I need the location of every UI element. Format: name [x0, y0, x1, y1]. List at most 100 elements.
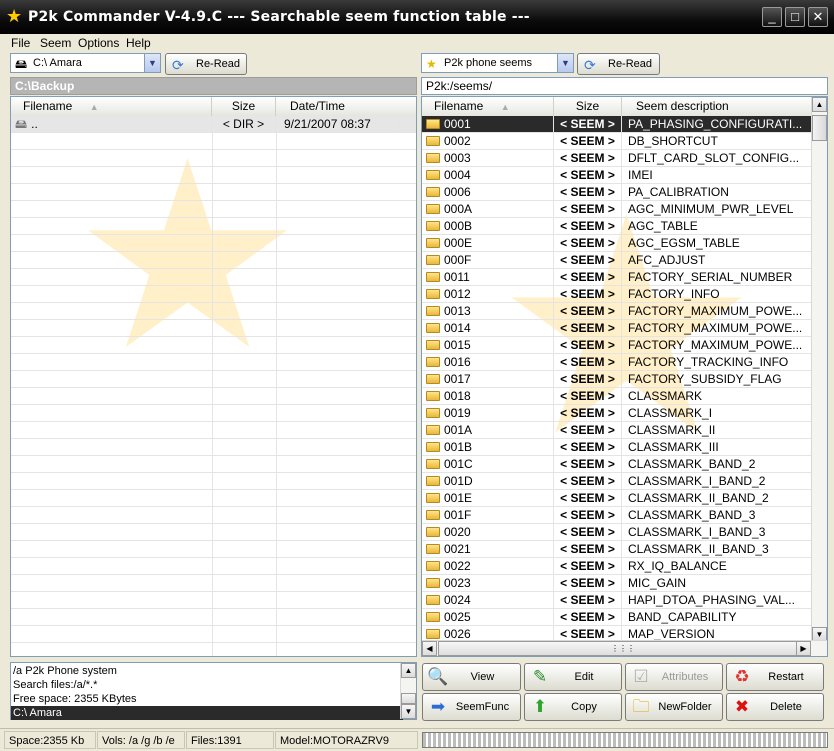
newfolder-button[interactable]: 🗀 NewFolder [625, 693, 723, 721]
table-row[interactable]: 0002 < SEEM > DB_SHORTCUT [422, 133, 813, 150]
row-filename-text: 0001 [444, 117, 471, 131]
row-filename-text: 0006 [444, 185, 471, 199]
empty-row [11, 388, 416, 405]
row-filename: 0012 [422, 286, 554, 303]
row-filename: 0023 [422, 575, 554, 592]
table-row[interactable]: 001E < SEEM > CLASSMARK_II_BAND_2 [422, 490, 813, 507]
table-row[interactable]: 0014 < SEEM > FACTORY_MAXIMUM_POWE... [422, 320, 813, 337]
right-vertical-scrollbar[interactable]: ▲ ▼ [811, 97, 827, 642]
table-row[interactable]: 0004 < SEEM > IMEI [422, 167, 813, 184]
menu-seem[interactable]: Seem [40, 34, 71, 52]
scroll-up-icon[interactable]: ▲ [812, 97, 827, 112]
table-row[interactable]: 001B < SEEM > CLASSMARK_III [422, 439, 813, 456]
table-row[interactable]: 000A < SEEM > AGC_MINIMUM_PWR_LEVEL [422, 201, 813, 218]
scroll-up-icon[interactable]: ▲ [401, 663, 416, 678]
right-path-bar[interactable]: P2k:/seems/ [421, 77, 828, 95]
table-row[interactable]: 0021 < SEEM > CLASSMARK_II_BAND_3 [422, 541, 813, 558]
table-row[interactable]: 000F < SEEM > AFC_ADJUST [422, 252, 813, 269]
folder-icon [426, 357, 440, 367]
maximize-button[interactable]: □ [785, 7, 805, 27]
scroll-thumb[interactable] [401, 693, 416, 704]
right-reread-label: Re-Read [608, 58, 653, 70]
table-row[interactable]: 001D < SEEM > CLASSMARK_I_BAND_2 [422, 473, 813, 490]
row-filename-text: 0017 [444, 372, 471, 386]
row-seem-description: AGC_MINIMUM_PWR_LEVEL [622, 201, 813, 218]
table-row[interactable]: 000E < SEEM > AGC_EGSM_TABLE [422, 235, 813, 252]
header-filename[interactable]: Filename ▲ [11, 97, 212, 116]
scroll-down-icon[interactable]: ▼ [401, 704, 416, 719]
table-row[interactable]: 0018 < SEEM > CLASSMARK [422, 388, 813, 405]
scroll-thumb[interactable] [812, 115, 827, 141]
header-size[interactable]: Size [212, 97, 276, 116]
menu-help[interactable]: Help [126, 34, 151, 52]
table-row[interactable]: 0023 < SEEM > MIC_GAIN [422, 575, 813, 592]
table-row[interactable]: 0017 < SEEM > FACTORY_SUBSIDY_FLAG [422, 371, 813, 388]
empty-row [11, 592, 416, 609]
progress-bar [422, 732, 828, 748]
table-row[interactable]: 0013 < SEEM > FACTORY_MAXIMUM_POWE... [422, 303, 813, 320]
table-row[interactable]: 0022 < SEEM > RX_IQ_BALANCE [422, 558, 813, 575]
row-filename: 000B [422, 218, 554, 235]
row-filename-text: 001C [444, 457, 473, 471]
edit-button[interactable]: ✎ Edit [524, 663, 622, 691]
table-row[interactable]: 0006 < SEEM > PA_CALIBRATION [422, 184, 813, 201]
row-size: < SEEM > [554, 592, 622, 609]
right-horizontal-scrollbar[interactable]: ◀ ⋮⋮⋮ ▶ [422, 640, 827, 656]
row-filename: 0016 [422, 354, 554, 371]
seemfunc-button[interactable]: ➡ SeemFunc [422, 693, 521, 721]
row-seem-description: AGC_TABLE [622, 218, 813, 235]
table-row[interactable]: 0025 < SEEM > BAND_CAPABILITY [422, 609, 813, 626]
minimize-button[interactable]: _ [762, 7, 782, 27]
left-drive-combo[interactable]: 🖴 C:\ Amara ▼ [10, 53, 161, 73]
status-model: Model:MOTORAZRV9 [275, 731, 418, 749]
menu-file[interactable]: File [11, 34, 30, 52]
right-seem-list[interactable]: ★ Filename ▲ Size Seem description 0001 <… [421, 96, 828, 657]
table-row[interactable]: 0012 < SEEM > FACTORY_INFO [422, 286, 813, 303]
folder-icon [426, 544, 440, 554]
table-row[interactable]: 001C < SEEM > CLASSMARK_BAND_2 [422, 456, 813, 473]
table-row[interactable]: 001A < SEEM > CLASSMARK_II [422, 422, 813, 439]
scroll-right-icon[interactable]: ▶ [796, 641, 811, 656]
folder-icon [426, 561, 440, 571]
right-source-label: P2k phone seems [444, 57, 533, 69]
row-size: < SEEM > [554, 541, 622, 558]
table-row[interactable]: 0016 < SEEM > FACTORY_TRACKING_INFO [422, 354, 813, 371]
restart-icon: ♻ [734, 667, 750, 686]
folder-icon [426, 595, 440, 605]
log-scrollbar[interactable]: ▲ ▼ [400, 663, 416, 719]
row-size: < SEEM > [554, 388, 622, 405]
table-row[interactable]: 000B < SEEM > AGC_TABLE [422, 218, 813, 235]
header-datetime[interactable]: Date/Time [276, 97, 416, 116]
table-row[interactable]: 0024 < SEEM > HAPI_DTOA_PHASING_VAL... [422, 592, 813, 609]
horizontal-scroll-thumb[interactable]: ⋮⋮⋮ [438, 641, 808, 656]
menu-options[interactable]: Options [78, 34, 119, 52]
table-row[interactable]: 0003 < SEEM > DFLT_CARD_SLOT_CONFIG... [422, 150, 813, 167]
table-row[interactable]: 0019 < SEEM > CLASSMARK_I [422, 405, 813, 422]
table-row[interactable]: 0020 < SEEM > CLASSMARK_I_BAND_3 [422, 524, 813, 541]
restart-button[interactable]: ♻ Restart [726, 663, 824, 691]
folder-icon [426, 374, 440, 384]
table-row[interactable]: 0001 < SEEM > PA_PHASING_CONFIGURATI... [422, 116, 813, 133]
delete-button[interactable]: ✖ Delete [726, 693, 824, 721]
copy-button[interactable]: ⬆ Copy [524, 693, 622, 721]
row-seem-description: AFC_ADJUST [622, 252, 813, 269]
row-size: < SEEM > [554, 201, 622, 218]
row-filename-text: 000B [444, 219, 473, 233]
chevron-down-icon[interactable]: ▼ [557, 54, 573, 72]
table-row[interactable]: 001F < SEEM > CLASSMARK_BAND_3 [422, 507, 813, 524]
empty-row [11, 456, 416, 473]
table-row[interactable]: 🖴.. < DIR >9/21/2007 08:37 [11, 116, 416, 133]
close-button[interactable]: ✕ [808, 7, 828, 27]
row-seem-description: CLASSMARK_BAND_2 [622, 456, 813, 473]
row-seem-description: DFLT_CARD_SLOT_CONFIG... [622, 150, 813, 167]
right-source-combo[interactable]: ★ P2k phone seems ▼ [421, 53, 574, 73]
table-row[interactable]: 0011 < SEEM > FACTORY_SERIAL_NUMBER [422, 269, 813, 286]
scroll-left-icon[interactable]: ◀ [422, 641, 437, 656]
attributes-button[interactable]: ☑ Attributes [625, 663, 723, 691]
right-reread-button[interactable]: ⟳ Re-Read [577, 53, 660, 75]
view-button[interactable]: 🔍 View [422, 663, 521, 691]
table-row[interactable]: 0015 < SEEM > FACTORY_MAXIMUM_POWE... [422, 337, 813, 354]
chevron-down-icon[interactable]: ▼ [144, 54, 160, 72]
left-file-list[interactable]: ★ Filename ▲ Size Date/Time 🖴.. < DIR >9/… [10, 96, 417, 657]
left-reread-button[interactable]: ⟳ Re-Read [165, 53, 247, 75]
